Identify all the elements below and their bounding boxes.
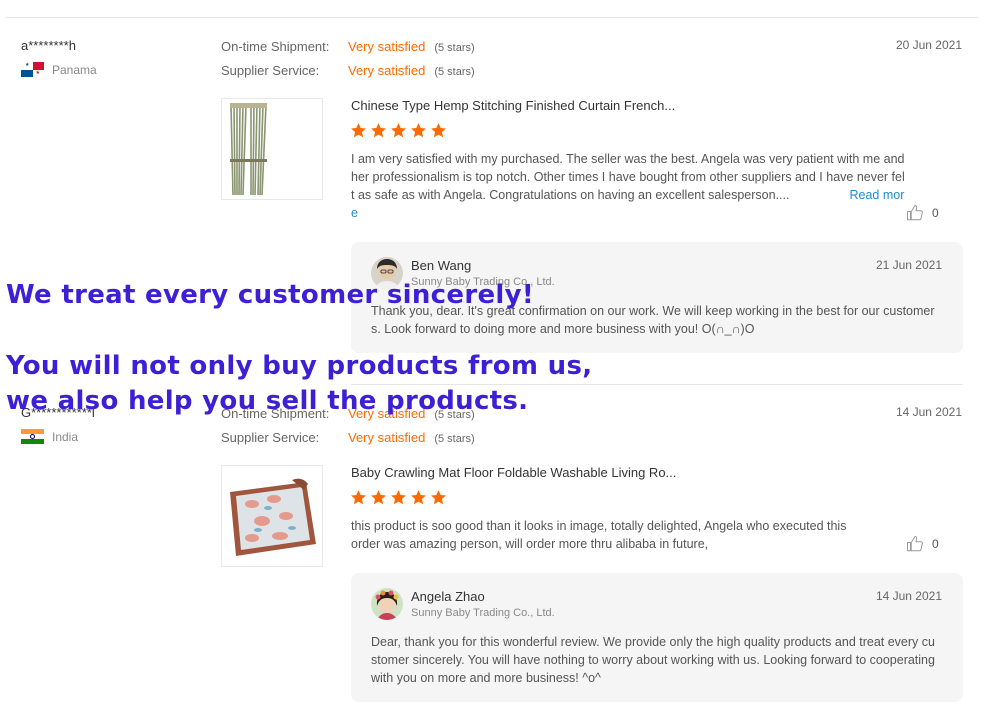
reply-author-name: Angela Zhao xyxy=(411,589,485,604)
reply-date: 21 Jun 2021 xyxy=(875,258,942,272)
star-icon xyxy=(431,123,446,138)
product-thumbnail[interactable] xyxy=(221,465,323,567)
reply-text: Dear, thank you for this wonderful revie… xyxy=(371,635,935,685)
reply-date: 14 Jun 2021 xyxy=(875,589,942,603)
supplier-service-metric: Supplier Service: Very satisfied (5 star… xyxy=(221,430,475,445)
star-icon xyxy=(431,490,446,505)
thumbs-up-icon xyxy=(907,536,923,552)
helpful-count: 0 xyxy=(932,206,939,220)
india-flag-icon xyxy=(21,429,44,444)
product-thumbnail[interactable] xyxy=(221,98,323,200)
review-text: this product is soo good than it looks i… xyxy=(351,519,847,551)
reply-author-name: Ben Wang xyxy=(411,258,472,273)
buyer-country: India xyxy=(21,429,78,444)
supplier-service-metric: Supplier Service: Very satisfied (5 star… xyxy=(221,63,475,78)
overlay-line-3: we also help you sell the products. xyxy=(6,386,529,416)
metric-label: Supplier Service: xyxy=(221,430,320,445)
country-label: Panama xyxy=(52,62,97,77)
review-date: 20 Jun 2021 xyxy=(895,38,962,52)
review-divider xyxy=(351,384,963,385)
star-rating xyxy=(350,122,447,139)
helpful-count: 0 xyxy=(932,537,939,551)
star-icon xyxy=(351,490,366,505)
top-divider xyxy=(6,17,978,18)
star-icon xyxy=(371,123,386,138)
metric-stars: (5 stars) xyxy=(434,42,475,54)
panama-flag-icon: ★ ★ xyxy=(21,62,44,77)
overlay-headline: We treat every customer sincerely! xyxy=(6,280,534,310)
metric-label: On-time Shipment: xyxy=(221,39,330,54)
reply-company: Sunny Baby Trading Co., Ltd. xyxy=(411,607,555,619)
review-body: I am very satisfied with my purchased. T… xyxy=(351,152,905,202)
review-text: I am very satisfied with my purchased. T… xyxy=(351,150,907,222)
star-icon xyxy=(351,123,366,138)
buyer-country: ★ ★ Panama xyxy=(21,62,97,77)
metric-value: Very satisfied xyxy=(348,63,426,78)
avatar xyxy=(371,588,403,620)
helpful-button[interactable]: 0 xyxy=(906,535,939,553)
star-icon xyxy=(371,490,386,505)
star-icon xyxy=(411,123,426,138)
product-title[interactable]: Baby Crawling Mat Floor Foldable Washabl… xyxy=(351,465,711,480)
metric-stars: (5 stars) xyxy=(434,66,475,78)
star-icon xyxy=(391,490,406,505)
buyer-name: a********h xyxy=(21,38,76,53)
country-label: India xyxy=(52,429,79,444)
star-rating xyxy=(350,489,447,506)
star-icon xyxy=(391,123,406,138)
helpful-button[interactable]: 0 xyxy=(906,204,939,222)
metric-value: Very satisfied xyxy=(348,430,426,445)
metric-stars: (5 stars) xyxy=(434,433,475,445)
ontime-shipment-metric: On-time Shipment: Very satisfied (5 star… xyxy=(221,39,475,54)
overlay-line-2: You will not only buy products from us, xyxy=(6,351,593,381)
metric-value: Very satisfied xyxy=(348,39,426,54)
thumbs-up-icon xyxy=(907,205,923,221)
star-icon xyxy=(411,490,426,505)
review-date: 14 Jun 2021 xyxy=(895,405,962,419)
supplier-reply: Angela Zhao Sunny Baby Trading Co., Ltd.… xyxy=(351,573,963,702)
metric-label: Supplier Service: xyxy=(221,63,320,78)
product-title[interactable]: Chinese Type Hemp Stitching Finished Cur… xyxy=(351,98,711,113)
